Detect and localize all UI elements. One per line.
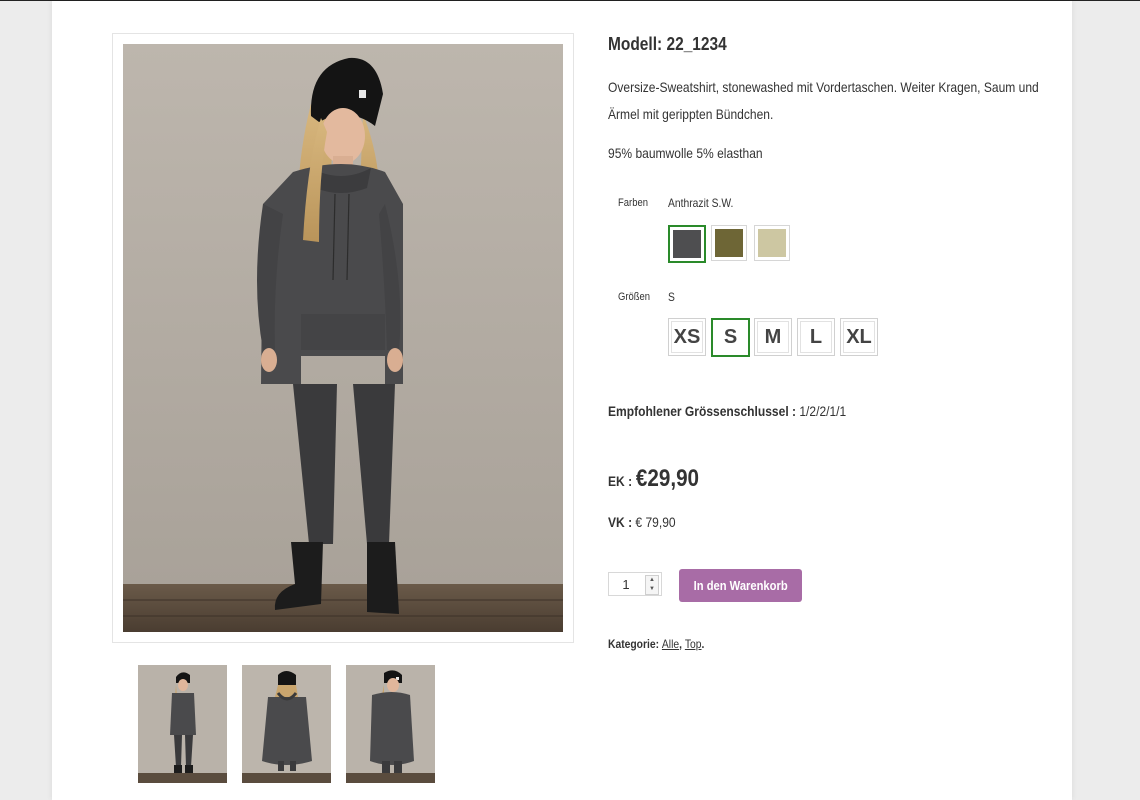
color-swatch-anthrazit[interactable] — [668, 225, 706, 263]
size-key-label: Empfohlener Grössenschlussel : — [608, 403, 797, 419]
size-option-xs[interactable]: XS — [668, 318, 706, 356]
category-link-top[interactable]: Top — [685, 637, 702, 651]
color-swatch-olive[interactable] — [711, 225, 747, 261]
size-option-s[interactable]: S — [711, 318, 750, 357]
product-model: Modell: 22_1234 — [608, 34, 727, 54]
price-vk-label: VK : — [608, 514, 633, 530]
price-ek-label: EK : — [608, 473, 633, 489]
product-page: Modell: 22_1234 Oversize-Sweatshirt, sto… — [52, 1, 1072, 800]
size-option-xl[interactable]: XL — [840, 318, 878, 356]
size-key-value: 1/2/2/1/1 — [799, 403, 847, 419]
product-description: Oversize-Sweatshirt, stonewashed mit Vor… — [608, 79, 1039, 122]
colors-label: Farben — [618, 197, 648, 209]
size-option-l[interactable]: L — [797, 318, 835, 356]
quantity-stepper[interactable]: ▲ ▼ — [608, 572, 662, 596]
price-ek-value: €29,90 — [635, 465, 700, 492]
add-to-cart-button[interactable]: In den Warenkorb — [679, 569, 802, 602]
main-product-image[interactable] — [123, 44, 563, 632]
quantity-input[interactable] — [609, 573, 643, 595]
category-end: . — [701, 637, 705, 651]
price-vk-value: € 79,90 — [635, 514, 676, 530]
product-material: 95% baumwolle 5% elasthan — [608, 145, 763, 161]
thumbnail-side[interactable] — [346, 665, 435, 783]
colors-selected-value: Anthrazit S.W. — [668, 196, 734, 210]
size-key: Empfohlener Grössenschlussel : 1/2/2/1/1 — [608, 403, 846, 419]
category-label: Kategorie: — [608, 637, 660, 651]
category-line: Kategorie: Alle, Top. — [608, 637, 704, 651]
main-image-frame — [112, 33, 574, 643]
swatch-fill — [715, 229, 743, 257]
price-vk: VK : € 79,90 — [608, 514, 676, 530]
swatch-fill — [673, 230, 701, 258]
sizes-selected-value: S — [668, 290, 675, 304]
quantity-up-icon[interactable]: ▲ — [646, 576, 658, 585]
quantity-down-icon[interactable]: ▼ — [646, 585, 658, 594]
price-ek: EK : €29,90 — [608, 465, 699, 493]
category-link-alle[interactable]: Alle — [662, 637, 679, 651]
add-to-cart-label: In den Warenkorb — [693, 578, 788, 593]
swatch-fill — [758, 229, 786, 257]
size-option-m[interactable]: M — [754, 318, 792, 356]
quantity-spinner[interactable]: ▲ ▼ — [645, 575, 659, 595]
thumbnail-back[interactable] — [242, 665, 331, 783]
thumbnail-front[interactable] — [138, 665, 227, 783]
color-swatch-beige[interactable] — [754, 225, 790, 261]
sizes-label: Größen — [618, 291, 651, 303]
